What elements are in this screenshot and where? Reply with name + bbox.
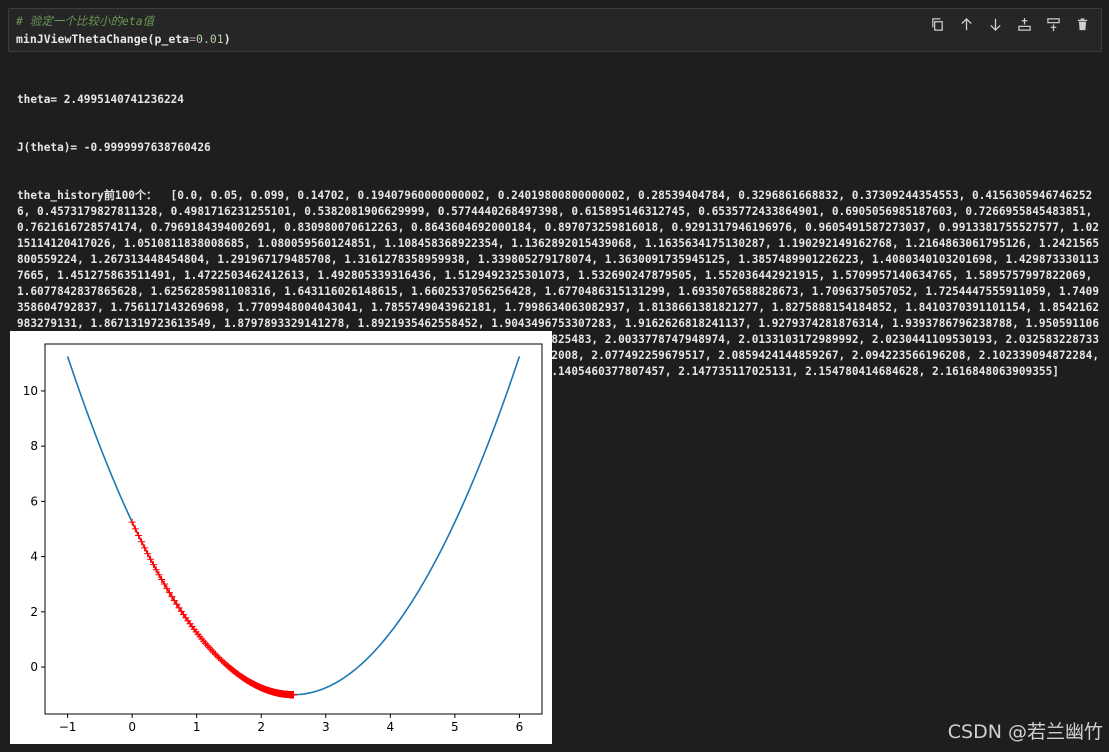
move-up-button[interactable] [952,13,981,35]
x-tick-label: 3 [322,720,330,734]
y-tick-label: 10 [23,384,38,398]
y-tick-label: 8 [30,439,38,453]
x-tick-label: 4 [386,720,394,734]
arrow-up-icon [961,17,972,30]
code-comment: # 验定一个比较小的eta值 [16,14,155,28]
insert-above-icon [1018,17,1031,31]
call-function-name: minJViewThetaChange(p_eta [16,32,190,46]
copy-cell-button[interactable] [923,13,952,35]
theta-output-line: theta= 2.4995140741236224 [17,93,184,106]
insert-below-button[interactable] [1039,13,1068,35]
theta-curve-chart: −1 0 1 2 3 4 5 6 0 2 4 6 8 10 [23,343,543,734]
insert-above-button[interactable] [1010,13,1039,35]
call-close-paren: ) [223,32,231,46]
y-tick-label: 4 [30,550,38,564]
y-tick-label: 6 [30,494,38,508]
x-tick-label: 5 [451,720,459,734]
x-tick-label: 2 [257,720,265,734]
j-output-line: J(theta)= -0.9999997638760426 [17,141,211,154]
delete-cell-button[interactable] [1068,13,1097,35]
plot-axes-frame [44,343,543,715]
y-tick-label: 2 [30,605,38,619]
watermark: CSDN @若兰幽竹 [947,721,1103,743]
move-down-button[interactable] [981,13,1010,35]
code-call: minJViewThetaChange(p_eta=0.01) [16,31,231,47]
cell-toolbar [923,13,1097,35]
theta-history-label: theta_history前100个： [17,189,158,202]
x-tick-label: −1 [59,720,77,734]
x-tick-label: 0 [128,720,136,734]
copy-icon [932,17,943,31]
x-tick-label: 1 [193,720,201,734]
y-tick-label: 0 [30,660,38,674]
x-tick-label: 6 [516,720,524,734]
code-cell[interactable]: # 验定一个比较小的eta值 minJViewThetaChange(p_eta… [8,8,1102,52]
call-argument-value: 0.01 [196,32,224,46]
delete-icon [1077,17,1088,30]
plot-output: −1 0 1 2 3 4 5 6 0 2 4 6 8 10 [10,331,552,744]
arrow-down-icon [990,18,1001,31]
call-operator: = [189,32,197,46]
insert-below-icon [1047,17,1060,31]
